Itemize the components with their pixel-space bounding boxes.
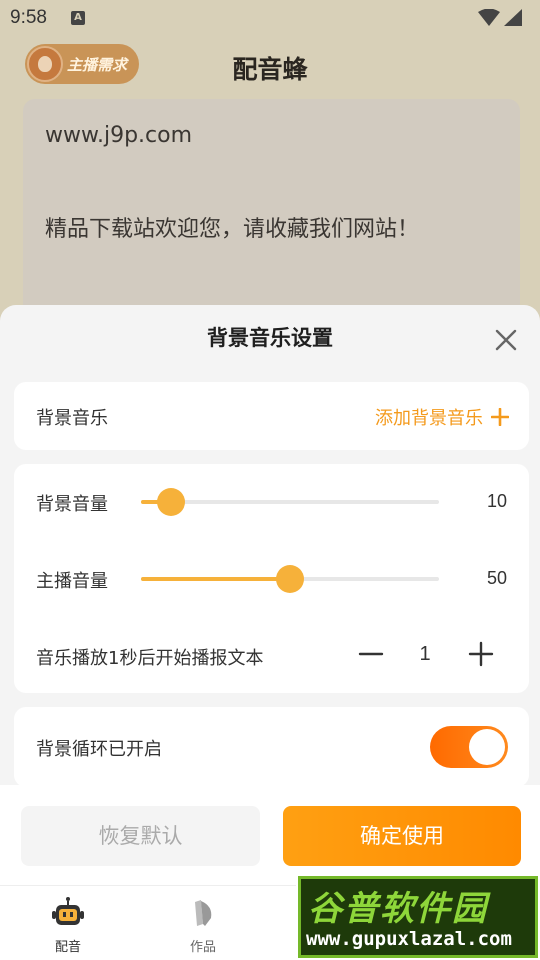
loop-toggle[interactable] (430, 726, 508, 768)
script-text-line: 精品下载站欢迎您，请收藏我们网站！ (45, 217, 420, 242)
anchor-volume-slider-fill (141, 577, 290, 581)
action-bar: 恢复默认 确定使用 (0, 785, 540, 885)
site-watermark: 谷普软件园 www.gupuxlazal.com (296, 874, 540, 960)
confirm-use-button[interactable]: 确定使用 (283, 806, 521, 866)
sheet-title: 背景音乐设置 (207, 326, 333, 350)
toggle-knob (469, 729, 505, 765)
anchor-volume-slider[interactable] (141, 565, 439, 593)
status-bar: 9:58 A (0, 0, 540, 36)
tab-works-label: 作品 (189, 940, 216, 955)
notification-icon: A (71, 11, 85, 25)
robot-icon (52, 897, 84, 925)
page-title: 配音蜂 (232, 55, 308, 84)
anchor-volume-value: 50 (486, 568, 507, 588)
add-background-music-button[interactable]: 添加背景音乐 (375, 404, 509, 430)
wifi-icon (478, 8, 500, 26)
script-text-line: www.j9p.com (45, 123, 193, 148)
bg-volume-label: 背景音量 (36, 494, 108, 515)
editor-area: www.j9p.com 精品下载站欢迎您，请收藏我们网站！ (0, 96, 540, 339)
loop-row: 背景循环已开启 (14, 707, 529, 787)
plus-icon[interactable] (467, 640, 495, 668)
background-music-label: 背景音乐 (36, 408, 108, 429)
delay-label: 音乐播放1秒后开始播报文本 (36, 648, 264, 669)
minus-icon[interactable] (357, 640, 385, 668)
loop-label: 背景循环已开启 (36, 739, 162, 760)
cell-signal-icon (504, 9, 522, 26)
app-header: 主播需求 配音蜂 (0, 36, 540, 96)
tab-dubbing-label: 配音 (54, 940, 81, 955)
watermark-title: 谷普软件园 (308, 889, 488, 929)
bg-volume-slider[interactable] (141, 488, 439, 516)
background-music-row: 背景音乐 添加背景音乐 (14, 382, 529, 450)
status-icons (478, 8, 522, 31)
volume-settings-card: 背景音量 10 主播音量 50 音乐播放1秒后开始播报文本 1 (14, 464, 529, 693)
close-icon[interactable] (493, 327, 519, 353)
bg-volume-value: 10 (486, 491, 507, 511)
bg-volume-slider-thumb[interactable] (156, 488, 185, 516)
anchor-volume-label: 主播音量 (36, 571, 108, 592)
reset-default-button[interactable]: 恢复默认 (21, 806, 260, 866)
delay-value: 1 (419, 643, 431, 665)
bg-music-settings-sheet: 背景音乐设置 背景音乐 添加背景音乐 背景音量 10 主播音量 50 音乐播放1… (0, 305, 540, 787)
plus-icon (491, 408, 509, 426)
works-icon (195, 900, 212, 926)
script-text-area[interactable]: www.j9p.com 精品下载站欢迎您，请收藏我们网站！ (23, 99, 520, 339)
tab-dubbing[interactable]: 配音 (33, 896, 103, 955)
watermark-url: www.gupuxlazal.com (306, 928, 512, 950)
tab-works[interactable]: 作品 (168, 896, 238, 955)
add-background-music-label: 添加背景音乐 (375, 408, 483, 429)
anchor-volume-slider-thumb[interactable] (276, 565, 304, 593)
status-time: 9:58 (10, 7, 47, 28)
